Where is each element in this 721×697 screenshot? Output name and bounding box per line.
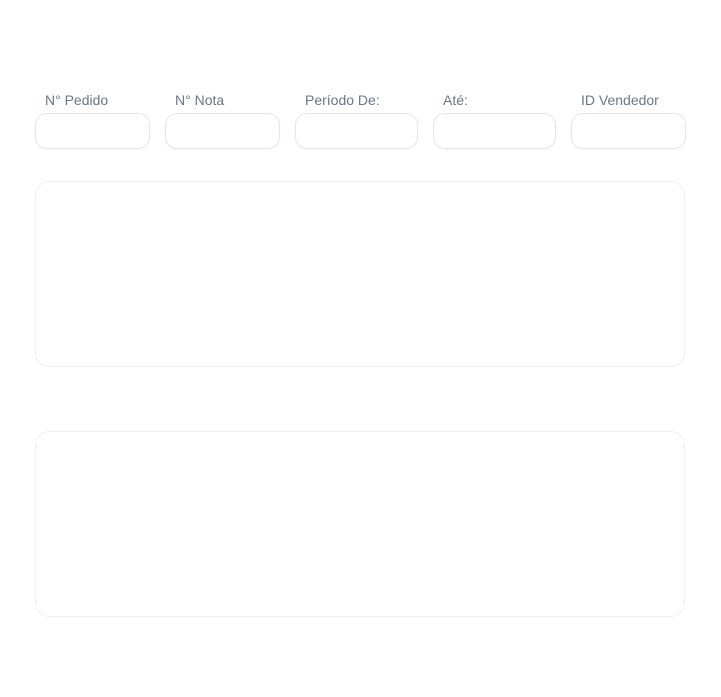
order-number-input[interactable] bbox=[35, 113, 150, 149]
results-panel-top bbox=[35, 181, 685, 367]
order-number-label: N° Pedido bbox=[45, 92, 109, 108]
invoice-number-input[interactable] bbox=[165, 113, 280, 149]
filter-bar: N° Pedido N° Nota Período De: Até: ID Ve… bbox=[0, 0, 721, 160]
seller-id-input[interactable] bbox=[571, 113, 686, 149]
period-to-label: Até: bbox=[443, 92, 468, 108]
seller-id-label: ID Vendedor bbox=[581, 92, 659, 108]
results-panel-bottom bbox=[35, 431, 685, 617]
period-from-input[interactable] bbox=[295, 113, 418, 149]
period-to-input[interactable] bbox=[433, 113, 556, 149]
invoice-number-label: N° Nota bbox=[175, 92, 225, 108]
period-from-label: Período De: bbox=[305, 92, 380, 108]
